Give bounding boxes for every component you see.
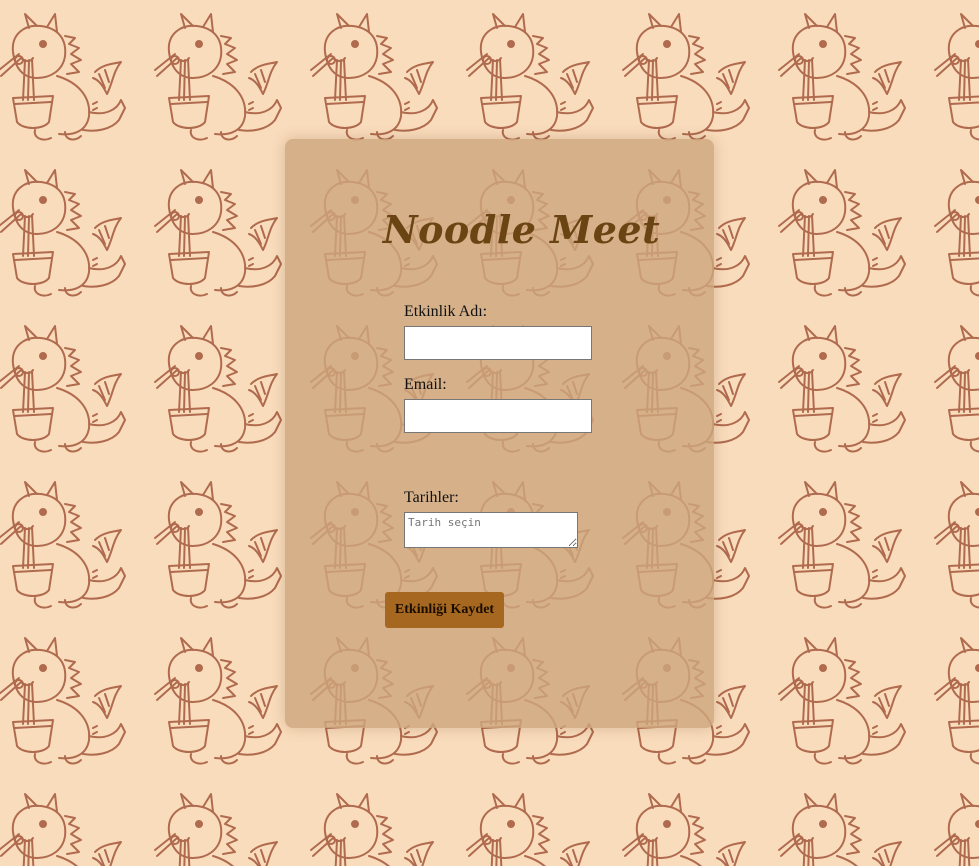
save-event-button[interactable]: Etkinliği Kaydet (385, 592, 504, 628)
event-form-card: Noodle Meet Etkinlik Adı: Email: Tarihle… (285, 139, 714, 728)
event-name-label: Etkinlik Adı: (404, 303, 488, 320)
dates-textarea[interactable] (404, 512, 578, 548)
dates-label: Tarihler: (404, 489, 459, 506)
email-input[interactable] (404, 399, 592, 433)
page-title: Noodle Meet (382, 207, 661, 252)
email-label: Email: (404, 376, 447, 393)
event-name-input[interactable] (404, 326, 592, 360)
